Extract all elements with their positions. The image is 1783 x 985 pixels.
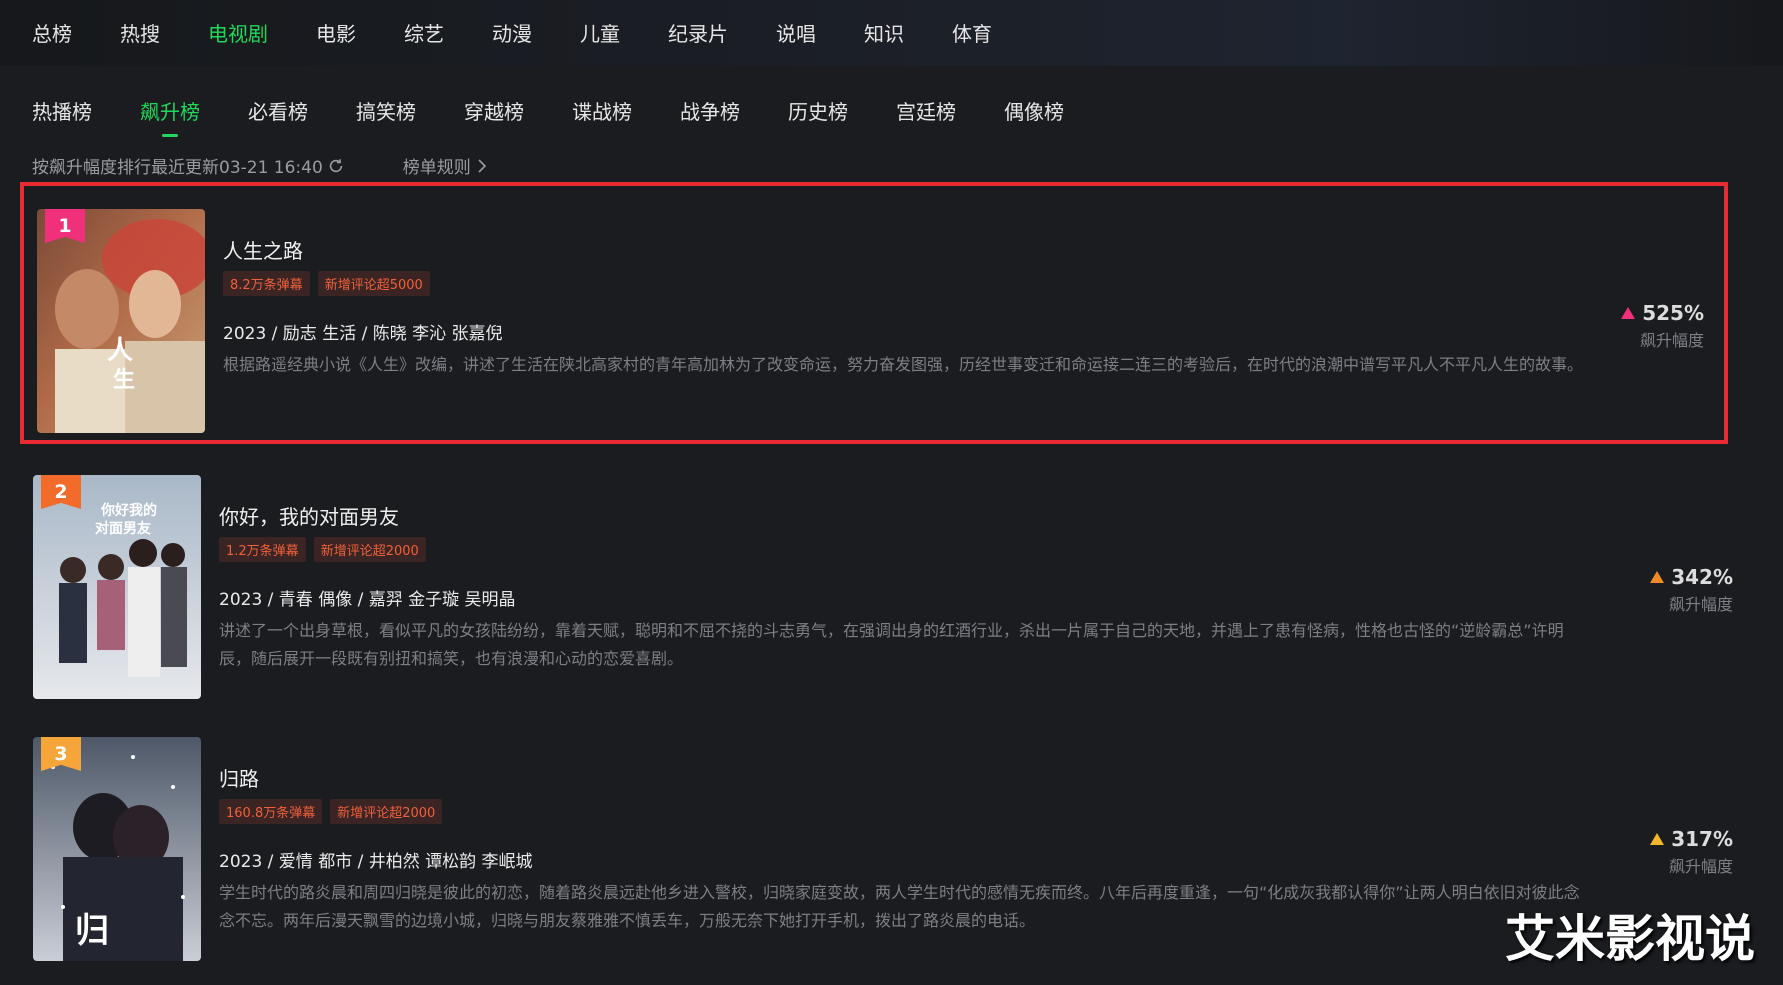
growth-label: 飙升幅度 xyxy=(1639,331,1704,350)
subnav-item-time-travel[interactable]: 穿越榜 xyxy=(464,96,524,125)
top-bar: 总榜 热搜 电视剧 电影 综艺 动漫 儿童 纪录片 说唱 知识 体育 xyxy=(0,0,1783,66)
subnav-item-hot-play[interactable]: 热播榜 xyxy=(32,96,92,125)
ranking-row[interactable]: 人 生 1 人生之路 8.2万条弹幕 新增评论超5000 2023 / 励志 生… xyxy=(20,182,1728,444)
poster-image[interactable]: 你好我的 对面男友 2 xyxy=(33,475,201,699)
svg-text:你好我的: 你好我的 xyxy=(100,502,157,519)
top-nav-item-all[interactable]: 总榜 xyxy=(32,18,72,47)
item-tags: 1.2万条弹幕 新增评论超2000 xyxy=(219,537,434,562)
growth-percent: 342% xyxy=(1649,565,1733,589)
svg-text:人: 人 xyxy=(107,336,133,366)
ranking-row[interactable]: 归 3 归路 160.8万条弹幕 新增评论超2000 2023 / 爱情 都市 … xyxy=(33,737,1733,961)
poster-image[interactable]: 人 生 1 xyxy=(37,209,205,433)
growth-value: 317% xyxy=(1671,827,1733,851)
top-category-nav: 总榜 热搜 电视剧 电影 综艺 动漫 儿童 纪录片 说唱 知识 体育 xyxy=(32,18,1040,47)
refresh-icon[interactable] xyxy=(327,157,345,175)
ranking-row[interactable]: 你好我的 对面男友 2 你好，我的对面男友 1.2万条弹幕 新增评论超2000 … xyxy=(33,475,1733,699)
svg-text:对面男友: 对面男友 xyxy=(95,520,151,537)
up-arrow-icon xyxy=(1621,307,1636,319)
svg-text:归: 归 xyxy=(75,911,109,951)
top-nav-item-knowledge[interactable]: 知识 xyxy=(864,18,904,47)
growth-value: 342% xyxy=(1671,565,1733,589)
item-title[interactable]: 归路 xyxy=(219,763,259,792)
poster-image[interactable]: 归 3 xyxy=(33,737,201,961)
subnav-item-comedy[interactable]: 搞笑榜 xyxy=(356,96,416,125)
growth-indicator: 342% 飙升幅度 xyxy=(1649,565,1733,615)
subnav-item-war[interactable]: 战争榜 xyxy=(680,96,740,125)
poster-art: 人 生 xyxy=(37,209,205,433)
ranking-rules-label: 榜单规则 xyxy=(402,158,471,178)
top-nav-item-sports[interactable]: 体育 xyxy=(952,18,992,47)
item-tags: 8.2万条弹幕 新增评论超5000 xyxy=(223,271,438,296)
item-title[interactable]: 人生之路 xyxy=(223,235,303,264)
item-info: 2023 / 爱情 都市 / 井柏然 谭松韵 李岷城 xyxy=(219,852,533,872)
item-description: 讲述了一个出身草根，看似平凡的女孩陆纷纷，靠着天赋，聪明和不屈不挠的斗志勇气，在… xyxy=(219,621,1564,668)
poster-art: 你好我的 对面男友 xyxy=(33,475,201,699)
danmaku-count-tag: 8.2万条弹幕 xyxy=(223,271,310,296)
growth-indicator: 317% 飙升幅度 xyxy=(1649,827,1733,877)
subnav-item-history[interactable]: 历史榜 xyxy=(788,96,848,125)
ranking-subnav: 热播榜 飙升榜 必看榜 搞笑榜 穿越榜 谍战榜 战争榜 历史榜 宫廷榜 偶像榜 xyxy=(32,96,1112,137)
top-nav-item-variety[interactable]: 综艺 xyxy=(404,18,444,47)
growth-value: 525% xyxy=(1642,301,1704,325)
danmaku-count-tag: 160.8万条弹幕 xyxy=(219,799,323,824)
top-nav-item-hot-search[interactable]: 热搜 xyxy=(120,18,160,47)
top-nav-item-kids[interactable]: 儿童 xyxy=(580,18,620,47)
svg-text:生: 生 xyxy=(113,367,135,393)
new-comments-tag: 新增评论超2000 xyxy=(330,799,443,824)
item-description: 根据路遥经典小说《人生》改编，讲述了生活在陕北高家村的青年高加林为了改变命运，努… xyxy=(223,355,1584,374)
top-nav-item-tv-series[interactable]: 电视剧 xyxy=(208,18,268,47)
up-arrow-icon xyxy=(1650,571,1665,583)
top-nav-item-movie[interactable]: 电影 xyxy=(316,18,356,47)
subnav-item-idol[interactable]: 偶像榜 xyxy=(1004,96,1064,125)
sort-update-text: 按飙升幅度排行最近更新03-21 16:40 xyxy=(32,158,323,178)
watermark-text: 艾米影视说 xyxy=(1505,910,1755,968)
ranking-meta: 按飙升幅度排行最近更新03-21 16:40 榜单规则 xyxy=(32,153,487,178)
danmaku-count-tag: 1.2万条弹幕 xyxy=(219,537,306,562)
up-arrow-icon xyxy=(1650,833,1665,845)
item-info: 2023 / 青春 偶像 / 嘉羿 金子璇 吴明晶 xyxy=(219,590,516,610)
growth-percent: 317% xyxy=(1649,827,1733,851)
item-title[interactable]: 你好，我的对面男友 xyxy=(219,501,399,530)
new-comments-tag: 新增评论超5000 xyxy=(317,271,430,296)
poster-art: 归 xyxy=(33,737,201,961)
item-tags: 160.8万条弹幕 新增评论超2000 xyxy=(219,799,450,824)
top-nav-item-anime[interactable]: 动漫 xyxy=(492,18,532,47)
top-nav-item-rap[interactable]: 说唱 xyxy=(776,18,816,47)
chevron-right-icon xyxy=(478,158,486,173)
new-comments-tag: 新增评论超2000 xyxy=(313,537,426,562)
item-info: 2023 / 励志 生活 / 陈晓 李沁 张嘉倪 xyxy=(223,324,503,344)
top-nav-item-documentary[interactable]: 纪录片 xyxy=(668,18,728,47)
subnav-item-rising[interactable]: 飙升榜 xyxy=(140,96,200,137)
subnav-item-palace[interactable]: 宫廷榜 xyxy=(896,96,956,125)
item-description: 学生时代的路炎晨和周四归晓是彼此的初恋，随着路炎晨远赴他乡进入警校，归晓家庭变故… xyxy=(219,883,1580,930)
growth-percent: 525% xyxy=(1620,301,1704,325)
ranking-rules-link[interactable]: 榜单规则 xyxy=(403,153,487,178)
growth-label: 飙升幅度 xyxy=(1668,595,1733,614)
growth-label: 飙升幅度 xyxy=(1668,857,1733,876)
subnav-item-spy[interactable]: 谍战榜 xyxy=(572,96,632,125)
subnav-item-must-watch[interactable]: 必看榜 xyxy=(248,96,308,125)
growth-indicator: 525% 飙升幅度 xyxy=(1620,301,1704,351)
